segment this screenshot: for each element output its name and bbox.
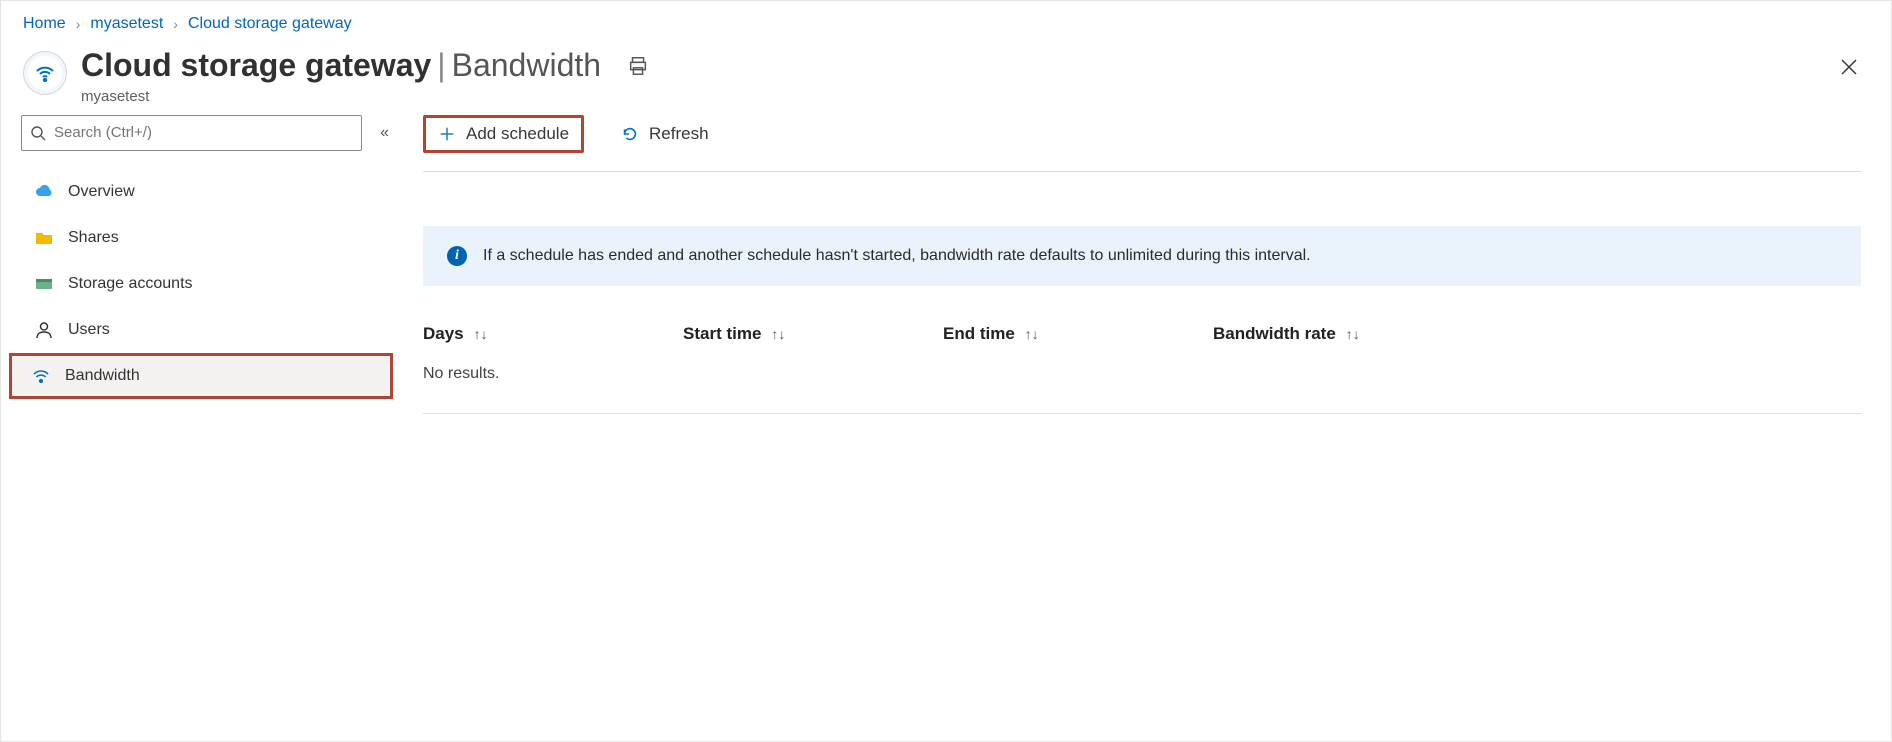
column-label: Start time (683, 324, 761, 344)
sidebar-item-storage-accounts[interactable]: Storage accounts (21, 261, 393, 307)
main-content: Add schedule Refresh i If a schedule has… (393, 115, 1891, 414)
search-icon (30, 125, 46, 141)
table-body: No results. (423, 361, 1861, 414)
chevron-right-icon: › (173, 16, 178, 32)
storage-icon (34, 274, 54, 294)
cloud-icon (34, 182, 54, 202)
table-header: Days ↑↓ Start time ↑↓ End time ↑↓ Bandwi… (423, 316, 1861, 361)
wifi-icon (31, 366, 51, 386)
page-title: Cloud storage gateway|Bandwidth (81, 47, 601, 84)
add-schedule-button[interactable]: Add schedule (423, 115, 584, 153)
sidebar-item-overview[interactable]: Overview (21, 169, 393, 215)
search-input[interactable] (52, 123, 353, 142)
sort-icon: ↑↓ (1346, 326, 1360, 342)
info-banner: i If a schedule has ended and another sc… (423, 226, 1861, 286)
refresh-icon (621, 125, 639, 143)
toolbar: Add schedule Refresh (423, 115, 1861, 172)
search-input-wrapper[interactable] (21, 115, 362, 151)
sidebar-item-label: Bandwidth (65, 367, 140, 385)
column-start-time[interactable]: Start time ↑↓ (683, 324, 943, 344)
refresh-button[interactable]: Refresh (606, 115, 724, 153)
chevron-right-icon: › (76, 16, 81, 32)
print-icon[interactable] (627, 55, 649, 81)
schedule-table: Days ↑↓ Start time ↑↓ End time ↑↓ Bandwi… (423, 316, 1861, 414)
wifi-icon (23, 51, 67, 95)
collapse-sidebar-icon[interactable]: « (376, 120, 393, 146)
breadcrumb-resource[interactable]: myasetest (90, 15, 163, 33)
empty-state: No results. (423, 365, 1861, 383)
folder-icon (34, 228, 54, 248)
page-header: Cloud storage gateway|Bandwidth myasetes… (1, 41, 1891, 115)
column-bandwidth-rate[interactable]: Bandwidth rate ↑↓ (1213, 324, 1473, 344)
sidebar: « Overview Shares (21, 115, 393, 399)
sort-icon: ↑↓ (771, 326, 785, 342)
info-icon: i (447, 246, 467, 266)
add-schedule-label: Add schedule (466, 124, 569, 144)
sidebar-item-label: Users (68, 321, 110, 339)
sidebar-nav: Overview Shares Storage accounts (21, 169, 393, 399)
page-subtitle: myasetest (81, 88, 601, 105)
close-icon[interactable] (1833, 51, 1865, 89)
plus-icon (438, 125, 456, 143)
user-icon (34, 320, 54, 340)
sidebar-item-shares[interactable]: Shares (21, 215, 393, 261)
title-section: Bandwidth (452, 47, 601, 83)
column-label: Bandwidth rate (1213, 324, 1336, 344)
column-days[interactable]: Days ↑↓ (423, 324, 683, 344)
refresh-label: Refresh (649, 124, 709, 144)
column-label: End time (943, 324, 1015, 344)
sidebar-item-label: Overview (68, 183, 135, 201)
sort-icon: ↑↓ (1025, 326, 1039, 342)
sort-icon: ↑↓ (474, 326, 488, 342)
sidebar-item-label: Storage accounts (68, 275, 193, 293)
breadcrumb-home[interactable]: Home (23, 15, 66, 33)
title-main: Cloud storage gateway (81, 47, 431, 83)
sidebar-item-users[interactable]: Users (21, 307, 393, 353)
sidebar-item-label: Shares (68, 229, 119, 247)
column-end-time[interactable]: End time ↑↓ (943, 324, 1213, 344)
breadcrumb-feature[interactable]: Cloud storage gateway (188, 15, 352, 33)
column-label: Days (423, 324, 464, 344)
info-text: If a schedule has ended and another sche… (483, 247, 1311, 265)
breadcrumb: Home › myasetest › Cloud storage gateway (1, 1, 1891, 41)
sidebar-item-bandwidth[interactable]: Bandwidth (9, 353, 393, 399)
